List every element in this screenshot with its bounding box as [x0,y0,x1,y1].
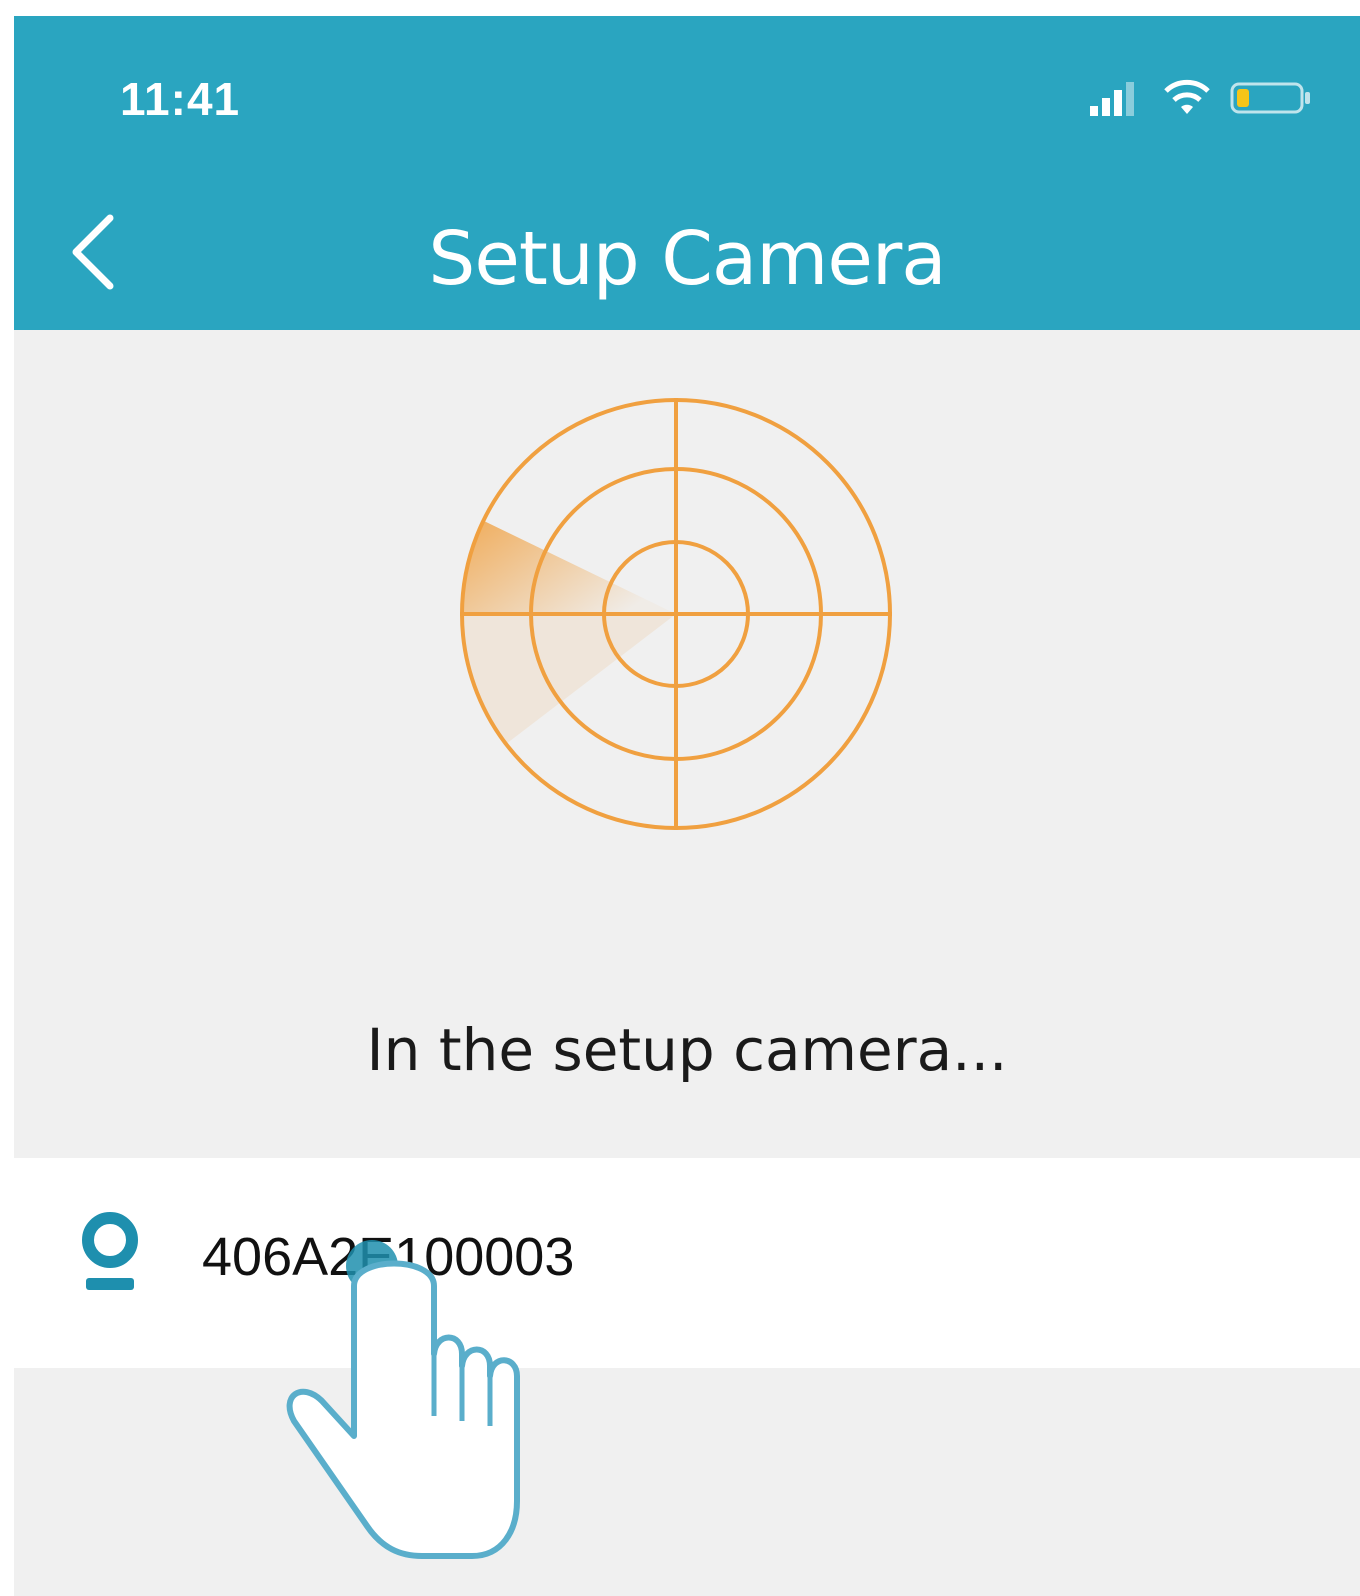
device-name: 406A2E100003 [202,1227,575,1287]
battery-icon [1230,82,1310,114]
radar-scan-graphic [446,384,906,849]
camera-icon [72,1208,148,1303]
radar-icon [460,398,892,830]
status-icons [1088,78,1314,118]
setup-status-message: In the setup camera... [366,1016,1008,1084]
signal-icon [1090,82,1134,116]
device-list-item[interactable]: 406A2E100003 [14,1158,1360,1368]
page-title: Setup Camera [428,216,946,302]
wifi-icon [1164,79,1210,114]
app-header: 11:41 Setup Camera [14,16,1360,330]
setup-camera-screen: 11:41 Setup Camera In the setup camera..… [14,16,1360,1596]
status-time: 11:41 [120,73,241,125]
